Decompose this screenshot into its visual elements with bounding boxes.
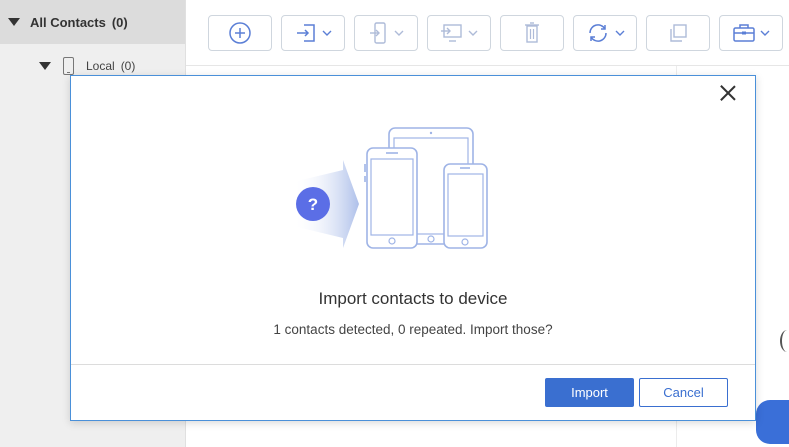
sidebar-item-count: (0)	[111, 14, 128, 30]
decorative-mark	[780, 330, 789, 352]
expand-triangle-icon[interactable]	[39, 62, 51, 70]
dialog-divider	[71, 364, 755, 365]
dialog-message: 1 contacts detected, 0 repeated. Import …	[273, 322, 553, 337]
sync-button[interactable]	[573, 15, 637, 51]
sidebar-item-label: All Contacts	[30, 14, 106, 30]
floating-action-button[interactable]	[756, 400, 789, 444]
devices-illustration: ?	[293, 127, 488, 249]
expand-triangle-icon[interactable]	[8, 18, 20, 26]
sync-icon	[589, 24, 607, 42]
add-contact-button[interactable]	[208, 15, 272, 51]
chevron-down-icon	[615, 30, 625, 36]
import-icon	[297, 24, 315, 42]
computer-export-icon	[441, 24, 462, 42]
question-mark-text: ?	[308, 195, 318, 214]
import-button[interactable]: Import	[545, 378, 634, 407]
chevron-down-icon	[468, 30, 478, 36]
import-dialog: ? Import contacts to device 1 contacts d…	[70, 75, 756, 421]
chevron-down-icon	[760, 30, 770, 36]
cancel-button[interactable]: Cancel	[639, 378, 728, 407]
delete-button[interactable]	[500, 15, 564, 51]
chevron-down-icon	[322, 30, 332, 36]
deduplicate-button[interactable]	[646, 15, 710, 51]
device-transfer-icon	[370, 22, 386, 44]
plus-circle-icon	[229, 22, 251, 44]
sidebar-item-label: Local	[86, 59, 115, 73]
phone-icon	[63, 57, 74, 75]
close-icon[interactable]	[719, 84, 737, 102]
sidebar-item-all-contacts[interactable]: All Contacts (0)	[0, 0, 185, 44]
device-transfer-button[interactable]	[354, 15, 418, 51]
trash-icon	[525, 22, 539, 43]
toolbox-icon	[733, 24, 755, 42]
chevron-down-icon	[394, 30, 404, 36]
dialog-title: Import contacts to device	[318, 289, 508, 308]
export-to-computer-button[interactable]	[427, 15, 491, 51]
toolbar	[186, 0, 789, 66]
toolbox-button[interactable]	[719, 15, 783, 51]
duplicate-icon	[670, 24, 687, 42]
sidebar-item-count: (0)	[120, 59, 136, 73]
import-button[interactable]	[281, 15, 345, 51]
